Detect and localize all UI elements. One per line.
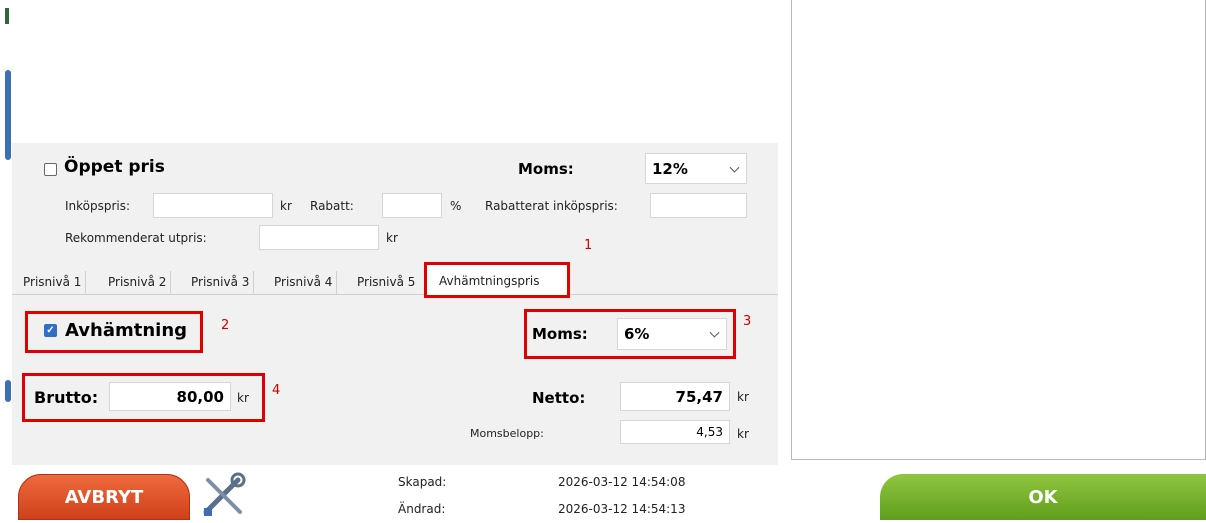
recommended-price-input[interactable] [259,225,379,250]
annotation-number-2: 2 [221,318,230,333]
right-preview-area [791,0,1206,460]
annotation-box-4 [22,373,265,422]
annotation-box-3 [524,309,736,359]
annotation-number-1: 1 [584,238,593,253]
edge-blue-shape-lower [5,380,11,402]
edge-blue-shape [5,70,11,160]
net-unit: kr [737,390,749,404]
net-value: 75,47 [620,382,730,411]
tab-prisniva-5[interactable]: Prisnivå 5 [353,271,429,295]
vat-top-label: Moms: [518,160,574,178]
net-label: Netto: [532,389,586,407]
annotation-box-1 [424,262,570,298]
discount-percent: % [450,199,462,213]
discounted-purchase-input[interactable] [650,193,747,218]
tools-icon[interactable] [200,472,246,518]
panel-divider [778,0,790,465]
annotation-number-4: 4 [272,383,281,398]
purchase-price-unit: kr [280,199,292,213]
discount-label: Rabatt: [310,199,354,213]
tab-prisniva-4[interactable]: Prisnivå 4 [270,271,338,295]
vat-amount-unit: kr [737,427,749,441]
created-label: Skapad: [398,475,447,489]
annotation-number-3: 3 [743,314,752,329]
vat-top-select[interactable]: 12% [645,153,747,184]
recommended-price-label: Rekommenderat utpris: [65,231,207,245]
description-area [12,0,778,143]
modified-value: 2026-03-12 14:54:13 [558,502,686,516]
modified-label: Ändrad: [398,502,446,516]
open-price-label: Öppet pris [64,157,165,177]
recommended-price-unit: kr [386,231,398,245]
left-window-edge [0,0,12,470]
cancel-button[interactable]: AVBRYT [18,474,190,520]
purchase-price-label: Inköpspris: [65,199,131,213]
purchase-price-input[interactable] [153,193,273,218]
ok-button[interactable]: OK [880,474,1206,520]
discount-input[interactable] [382,193,442,218]
vat-amount-label: Momsbelopp: [470,427,544,440]
chevron-down-icon [729,162,740,173]
created-value: 2026-03-12 14:54:08 [558,475,686,489]
open-price-checkbox[interactable] [44,163,57,176]
tab-prisniva-1[interactable]: Prisnivå 1 [19,271,87,295]
vat-amount-value: 4,53 [620,420,730,444]
tab-prisniva-3[interactable]: Prisnivå 3 [187,271,255,295]
annotation-box-2 [25,311,203,353]
tab-prisniva-2[interactable]: Prisnivå 2 [104,271,172,295]
vat-top-value: 12% [652,159,688,178]
discounted-purchase-label: Rabatterat inköpspris: [485,199,618,213]
edge-marker [5,8,9,24]
